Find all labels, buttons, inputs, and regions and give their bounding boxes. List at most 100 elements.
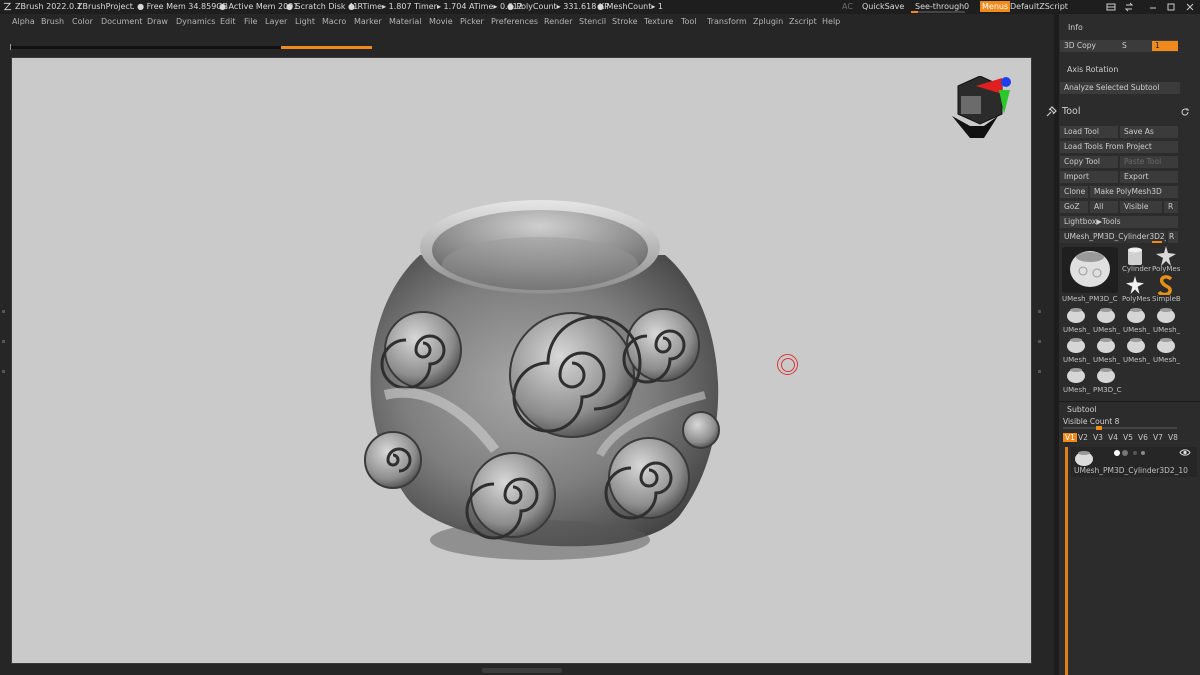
right-tray-handle[interactable] [1036, 300, 1044, 380]
menu-preferences[interactable]: Preferences [491, 17, 538, 26]
mesh-thumbnail-icon [1127, 308, 1145, 323]
visibility-set-v5[interactable]: V5 [1123, 433, 1133, 442]
left-tray-handle[interactable] [0, 300, 8, 380]
minimize-icon[interactable] [1148, 2, 1158, 12]
3d-copy-button[interactable]: 3D Copy S 1 [1060, 40, 1178, 52]
menu-edit[interactable]: Edit [220, 17, 236, 26]
visibility-set-v7[interactable]: V7 [1153, 433, 1163, 442]
goz-visible-button[interactable]: Visible [1120, 201, 1162, 213]
menu-movie[interactable]: Movie [429, 17, 453, 26]
lightbox-tools-button[interactable]: Lightbox▶Tools [1060, 216, 1178, 228]
goz-r-button[interactable]: R [1164, 201, 1178, 213]
tool-thumb-caption: UMesh_ [1063, 356, 1091, 364]
visible-count-label: Visible Count [1063, 417, 1113, 426]
timeline-progress [281, 46, 372, 49]
eye-icon[interactable] [1179, 448, 1191, 457]
right-tray: Info 3D Copy S 1 Axis Rotation Analyze S… [1046, 14, 1200, 675]
tool-thumb-caption: UMesh_ [1093, 356, 1121, 364]
s-value[interactable]: 1 [1152, 41, 1178, 51]
menus-button[interactable]: Menus [980, 1, 1011, 12]
tool-thumb-caption: UMesh_ [1153, 326, 1181, 334]
menu-color[interactable]: Color [72, 17, 93, 26]
tool-thumb-caption: UMesh_ [1063, 386, 1091, 394]
quicksave-button[interactable]: QuickSave [862, 2, 904, 11]
menu-material[interactable]: Material [389, 17, 422, 26]
timeline-track[interactable] [10, 46, 372, 49]
load-tools-from-project-button[interactable]: Load Tools From Project [1060, 141, 1178, 153]
menu-tool[interactable]: Tool [681, 17, 697, 26]
maximize-icon[interactable] [1166, 2, 1176, 12]
timer-readout: ● RTime▸ 1.807 Timer▸ 1.704 ATime▸ 0.612 [348, 2, 523, 11]
visibility-set-v8[interactable]: V8 [1168, 433, 1178, 442]
analyze-subtool-button[interactable]: Analyze Selected Subtool [1060, 82, 1180, 94]
menu-bar: Alpha Brush Color Document Draw Dynamics Edit F… [0, 16, 1040, 29]
menu-layer[interactable]: Layer [265, 17, 287, 26]
menu-draw[interactable]: Draw [147, 17, 168, 26]
menu-macro[interactable]: Macro [322, 17, 346, 26]
axis-rotation-label[interactable]: Axis Rotation [1067, 65, 1118, 74]
load-tool-button[interactable]: Load Tool [1060, 126, 1118, 138]
menu-dynamics[interactable]: Dynamics [176, 17, 215, 26]
goz-all-button[interactable]: All [1090, 201, 1118, 213]
menu-render[interactable]: Render [544, 17, 572, 26]
paste-tool-button[interactable]: Paste Tool [1120, 156, 1178, 168]
visibility-set-v6[interactable]: V6 [1138, 433, 1148, 442]
menu-alpha[interactable]: Alpha [12, 17, 35, 26]
tool-caption-polymesh-b: PolyMes [1122, 295, 1151, 303]
visible-count-slider[interactable]: Visible Count 8 [1063, 417, 1177, 430]
star-tool-icon-2[interactable] [1126, 276, 1144, 294]
close-icon[interactable] [1185, 2, 1195, 12]
ac-button[interactable]: AC [842, 2, 853, 11]
save-as-button[interactable]: Save As [1120, 126, 1178, 138]
free-mem: . ● Free Mem 34.859GB [132, 2, 228, 11]
clone-button[interactable]: Clone [1060, 186, 1088, 198]
export-button[interactable]: Export [1120, 171, 1178, 183]
visibility-set-v1[interactable]: V1 [1063, 433, 1077, 442]
tool-thumb-main[interactable] [1062, 247, 1118, 293]
simplebrush-s-icon[interactable] [1157, 275, 1175, 295]
current-tool-r-button[interactable]: R [1168, 231, 1178, 243]
menu-document[interactable]: Document [101, 17, 142, 26]
menu-texture[interactable]: Texture [644, 17, 673, 26]
tool-thumb-caption: UMesh_ [1123, 356, 1151, 364]
menu-picker[interactable]: Picker [460, 17, 484, 26]
subtool-thumbnail-icon [1075, 451, 1093, 466]
menu-stroke[interactable]: Stroke [612, 17, 638, 26]
menu-zscript[interactable]: Zscript [789, 17, 817, 26]
menu-file[interactable]: File [244, 17, 257, 26]
pin-icon[interactable] [1045, 106, 1057, 118]
menu-brush[interactable]: Brush [41, 17, 64, 26]
default-zscript-button[interactable]: DefaultZScript [1010, 2, 1068, 11]
mesh-thumbnail-icon [1067, 308, 1085, 323]
star-tool-icon[interactable] [1156, 246, 1176, 266]
goz-button[interactable]: GoZ [1060, 201, 1088, 213]
subtool-item[interactable]: UMesh_PM3D_Cylinder3D2_10 [1071, 447, 1197, 477]
menu-transform[interactable]: Transform [707, 17, 747, 26]
swap-icon[interactable] [1124, 2, 1134, 12]
subtool-scrollbar[interactable] [1065, 447, 1068, 675]
menu-light[interactable]: Light [295, 17, 315, 26]
import-button[interactable]: Import [1060, 171, 1118, 183]
tool-palette-title[interactable]: Tool [1062, 106, 1080, 117]
make-polymesh3d-button[interactable]: Make PolyMesh3D [1090, 186, 1178, 198]
visibility-set-v2[interactable]: V2 [1078, 433, 1088, 442]
see-through-slider[interactable]: See-through [911, 2, 965, 13]
subtool-name: UMesh_PM3D_Cylinder3D2_10 [1074, 466, 1188, 475]
refresh-icon[interactable] [1180, 107, 1190, 117]
poly-count: ● PolyCount▸ 331.618 KP [507, 2, 609, 11]
subtool-title[interactable]: Subtool [1067, 405, 1097, 414]
visibility-set-v3[interactable]: V3 [1093, 433, 1103, 442]
bottom-tray-handle[interactable] [482, 668, 562, 673]
menu-help[interactable]: Help [822, 17, 840, 26]
menu-marker[interactable]: Marker [354, 17, 382, 26]
shelf-icon[interactable] [1106, 2, 1116, 12]
copy-tool-button[interactable]: Copy Tool [1060, 156, 1118, 168]
navigation-cube-icon[interactable] [944, 76, 1016, 146]
mesh-thumbnail-icon [1097, 338, 1115, 353]
see-through-label: See-through [915, 2, 965, 11]
menu-stencil[interactable]: Stencil [579, 17, 606, 26]
tool-thumb-caption: UMesh_ [1153, 356, 1181, 364]
current-tool-slider[interactable]: UMesh_PM3D_Cylinder3D2_1 [1060, 231, 1166, 243]
menu-zplugin[interactable]: Zplugin [753, 17, 783, 26]
visibility-set-v4[interactable]: V4 [1108, 433, 1118, 442]
